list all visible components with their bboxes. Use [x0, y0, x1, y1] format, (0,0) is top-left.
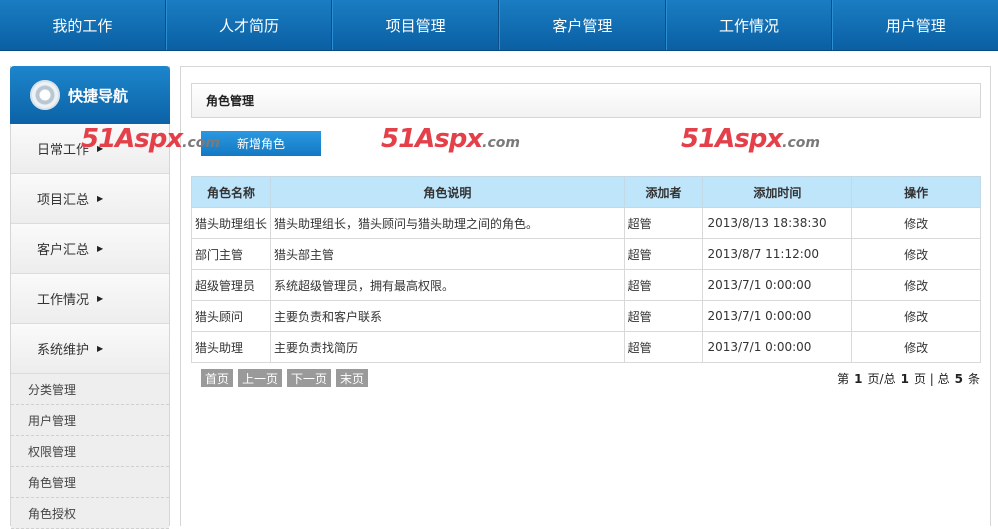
sidebar-subitem-permission-management[interactable]: 权限管理 — [11, 436, 169, 467]
watermark-brand: 51Aspx — [681, 124, 783, 154]
table-row: 超级管理员 系统超级管理员，拥有最高权限。 超管 2013/7/1 0:00:0… — [191, 269, 981, 301]
caret-right-icon: ▶ — [97, 194, 104, 203]
table-header-row: 角色名称 角色说明 添加者 添加时间 操作 — [191, 176, 981, 208]
cell-role-description: 系统超级管理员，拥有最高权限。 — [269, 269, 625, 301]
role-table: 角色名称 角色说明 添加者 添加时间 操作 猎头助理组长 猎头助理组长，猎头顾问… — [191, 176, 981, 363]
watermark-logo: 51Aspx.com — [81, 124, 220, 154]
page-title: 角色管理 — [191, 83, 981, 118]
cell-added-by: 超管 — [623, 238, 704, 270]
column-header-role-description: 角色说明 — [269, 176, 625, 208]
edit-link[interactable]: 修改 — [851, 331, 981, 363]
last-page-button[interactable]: 末页 — [336, 369, 369, 387]
sidebar-item-project-summary[interactable]: 项目汇总 ▶ — [11, 174, 169, 224]
edit-link[interactable]: 修改 — [851, 238, 981, 270]
sidebar-item-label: 客户汇总 — [37, 243, 90, 258]
cell-added-time: 2013/7/1 0:00:00 — [702, 331, 853, 363]
total-records-number: 5 — [954, 372, 963, 386]
page-info-suffix: 条 — [967, 372, 980, 386]
cell-role-description: 主要负责找简历 — [269, 331, 625, 363]
cell-role-name: 超级管理员 — [191, 269, 271, 301]
nav-tab-customers[interactable]: 客户管理 — [499, 0, 666, 50]
cell-added-time: 2013/8/7 11:12:00 — [702, 238, 853, 270]
table-row: 部门主管 猎头部主管 超管 2013/8/7 11:12:00 修改 — [191, 238, 981, 270]
watermark-suffix: .com — [482, 135, 520, 151]
total-pages-number: 1 — [900, 372, 909, 386]
watermark-suffix: .com — [782, 135, 820, 151]
cell-role-name: 猎头顾问 — [191, 300, 271, 332]
page-info-prefix: 第 — [837, 372, 850, 386]
table-row: 猎头助理组长 猎头助理组长，猎头顾问与猎头助理之间的角色。 超管 2013/8/… — [191, 207, 981, 239]
nav-tab-resumes[interactable]: 人才简历 — [165, 0, 333, 50]
cell-added-by: 超管 — [623, 300, 704, 332]
sidebar-item-label: 系统维护 — [37, 343, 90, 358]
table-row: 猎头顾问 主要负责和客户联系 超管 2013/7/1 0:00:00 修改 — [191, 300, 981, 332]
edit-link[interactable]: 修改 — [851, 207, 981, 239]
page-info: 第 1 页/总 1 页 | 总5条 — [837, 370, 980, 387]
prev-page-button[interactable]: 上一页 — [238, 369, 283, 387]
sidebar-item-system-maintenance[interactable]: 系统维护 ▶ — [11, 324, 169, 374]
first-page-button[interactable]: 首页 — [201, 369, 234, 387]
watermark-suffix: .com — [182, 135, 220, 151]
nav-tab-work-status[interactable]: 工作情况 — [665, 0, 833, 50]
cell-role-description: 猎头助理组长，猎头顾问与猎头助理之间的角色。 — [269, 207, 625, 239]
nav-tab-my-work[interactable]: 我的工作 — [0, 0, 166, 50]
caret-right-icon: ▶ — [97, 344, 104, 353]
caret-right-icon: ▶ — [97, 244, 104, 253]
sidebar-subitem-user-management[interactable]: 用户管理 — [11, 405, 169, 436]
cell-added-by: 超管 — [623, 331, 704, 363]
sidebar-item-label: 项目汇总 — [37, 193, 90, 208]
sidebar-subitem-role-authorization[interactable]: 角色授权 — [11, 498, 169, 529]
watermark-brand: 51Aspx — [81, 124, 183, 154]
column-header-actions: 操作 — [851, 176, 981, 208]
cell-role-name: 部门主管 — [191, 238, 271, 270]
current-page-number: 1 — [854, 372, 863, 386]
sidebar-item-work-status[interactable]: 工作情况 ▶ — [11, 274, 169, 324]
watermark-logo: 51Aspx.com — [381, 124, 520, 154]
sidebar-subitem-role-management[interactable]: 角色管理 — [11, 467, 169, 498]
page-info-total-label: 页/总 — [867, 372, 896, 386]
table-row: 猎头助理 主要负责找简历 超管 2013/7/1 0:00:00 修改 — [191, 331, 981, 363]
edit-link[interactable]: 修改 — [851, 269, 981, 301]
edit-link[interactable]: 修改 — [851, 300, 981, 332]
watermark-brand: 51Aspx — [381, 124, 483, 154]
nav-tab-projects[interactable]: 项目管理 — [332, 0, 500, 50]
sidebar-item-customer-summary[interactable]: 客户汇总 ▶ — [11, 224, 169, 274]
page-info-records-label: 页 | 总 — [913, 372, 950, 386]
cell-added-by: 超管 — [623, 269, 704, 301]
next-page-button[interactable]: 下一页 — [287, 369, 332, 387]
gear-icon — [30, 80, 60, 110]
cell-added-by: 超管 — [623, 207, 704, 239]
main-panel: 角色管理 新增角色 51Aspx.com 51Aspx.com 51Aspx.c… — [81, 66, 991, 526]
sidebar-header: 快捷导航 — [10, 66, 170, 124]
column-header-added-time: 添加时间 — [702, 176, 853, 208]
column-header-added-by: 添加者 — [623, 176, 704, 208]
cell-added-time: 2013/7/1 0:00:00 — [702, 269, 853, 301]
sidebar-item-label: 工作情况 — [37, 293, 90, 308]
caret-right-icon: ▶ — [97, 294, 104, 303]
cell-role-description: 主要负责和客户联系 — [269, 300, 625, 332]
pagination: 首页 上一页 下一页 末页 — [201, 369, 369, 387]
top-nav: 我的工作 人才简历 项目管理 客户管理 工作情况 用户管理 — [0, 0, 998, 51]
sidebar-subitem-category-management[interactable]: 分类管理 — [11, 374, 169, 405]
cell-role-name: 猎头助理 — [191, 331, 271, 363]
nav-tab-users[interactable]: 用户管理 — [832, 0, 998, 50]
sidebar-title: 快捷导航 — [68, 86, 129, 105]
cell-added-time: 2013/7/1 0:00:00 — [702, 300, 853, 332]
column-header-role-name: 角色名称 — [191, 176, 271, 208]
cell-role-name: 猎头助理组长 — [191, 207, 271, 239]
cell-role-description: 猎头部主管 — [269, 238, 625, 270]
watermark-logo: 51Aspx.com — [681, 124, 820, 154]
cell-added-time: 2013/8/13 18:38:30 — [702, 207, 853, 239]
